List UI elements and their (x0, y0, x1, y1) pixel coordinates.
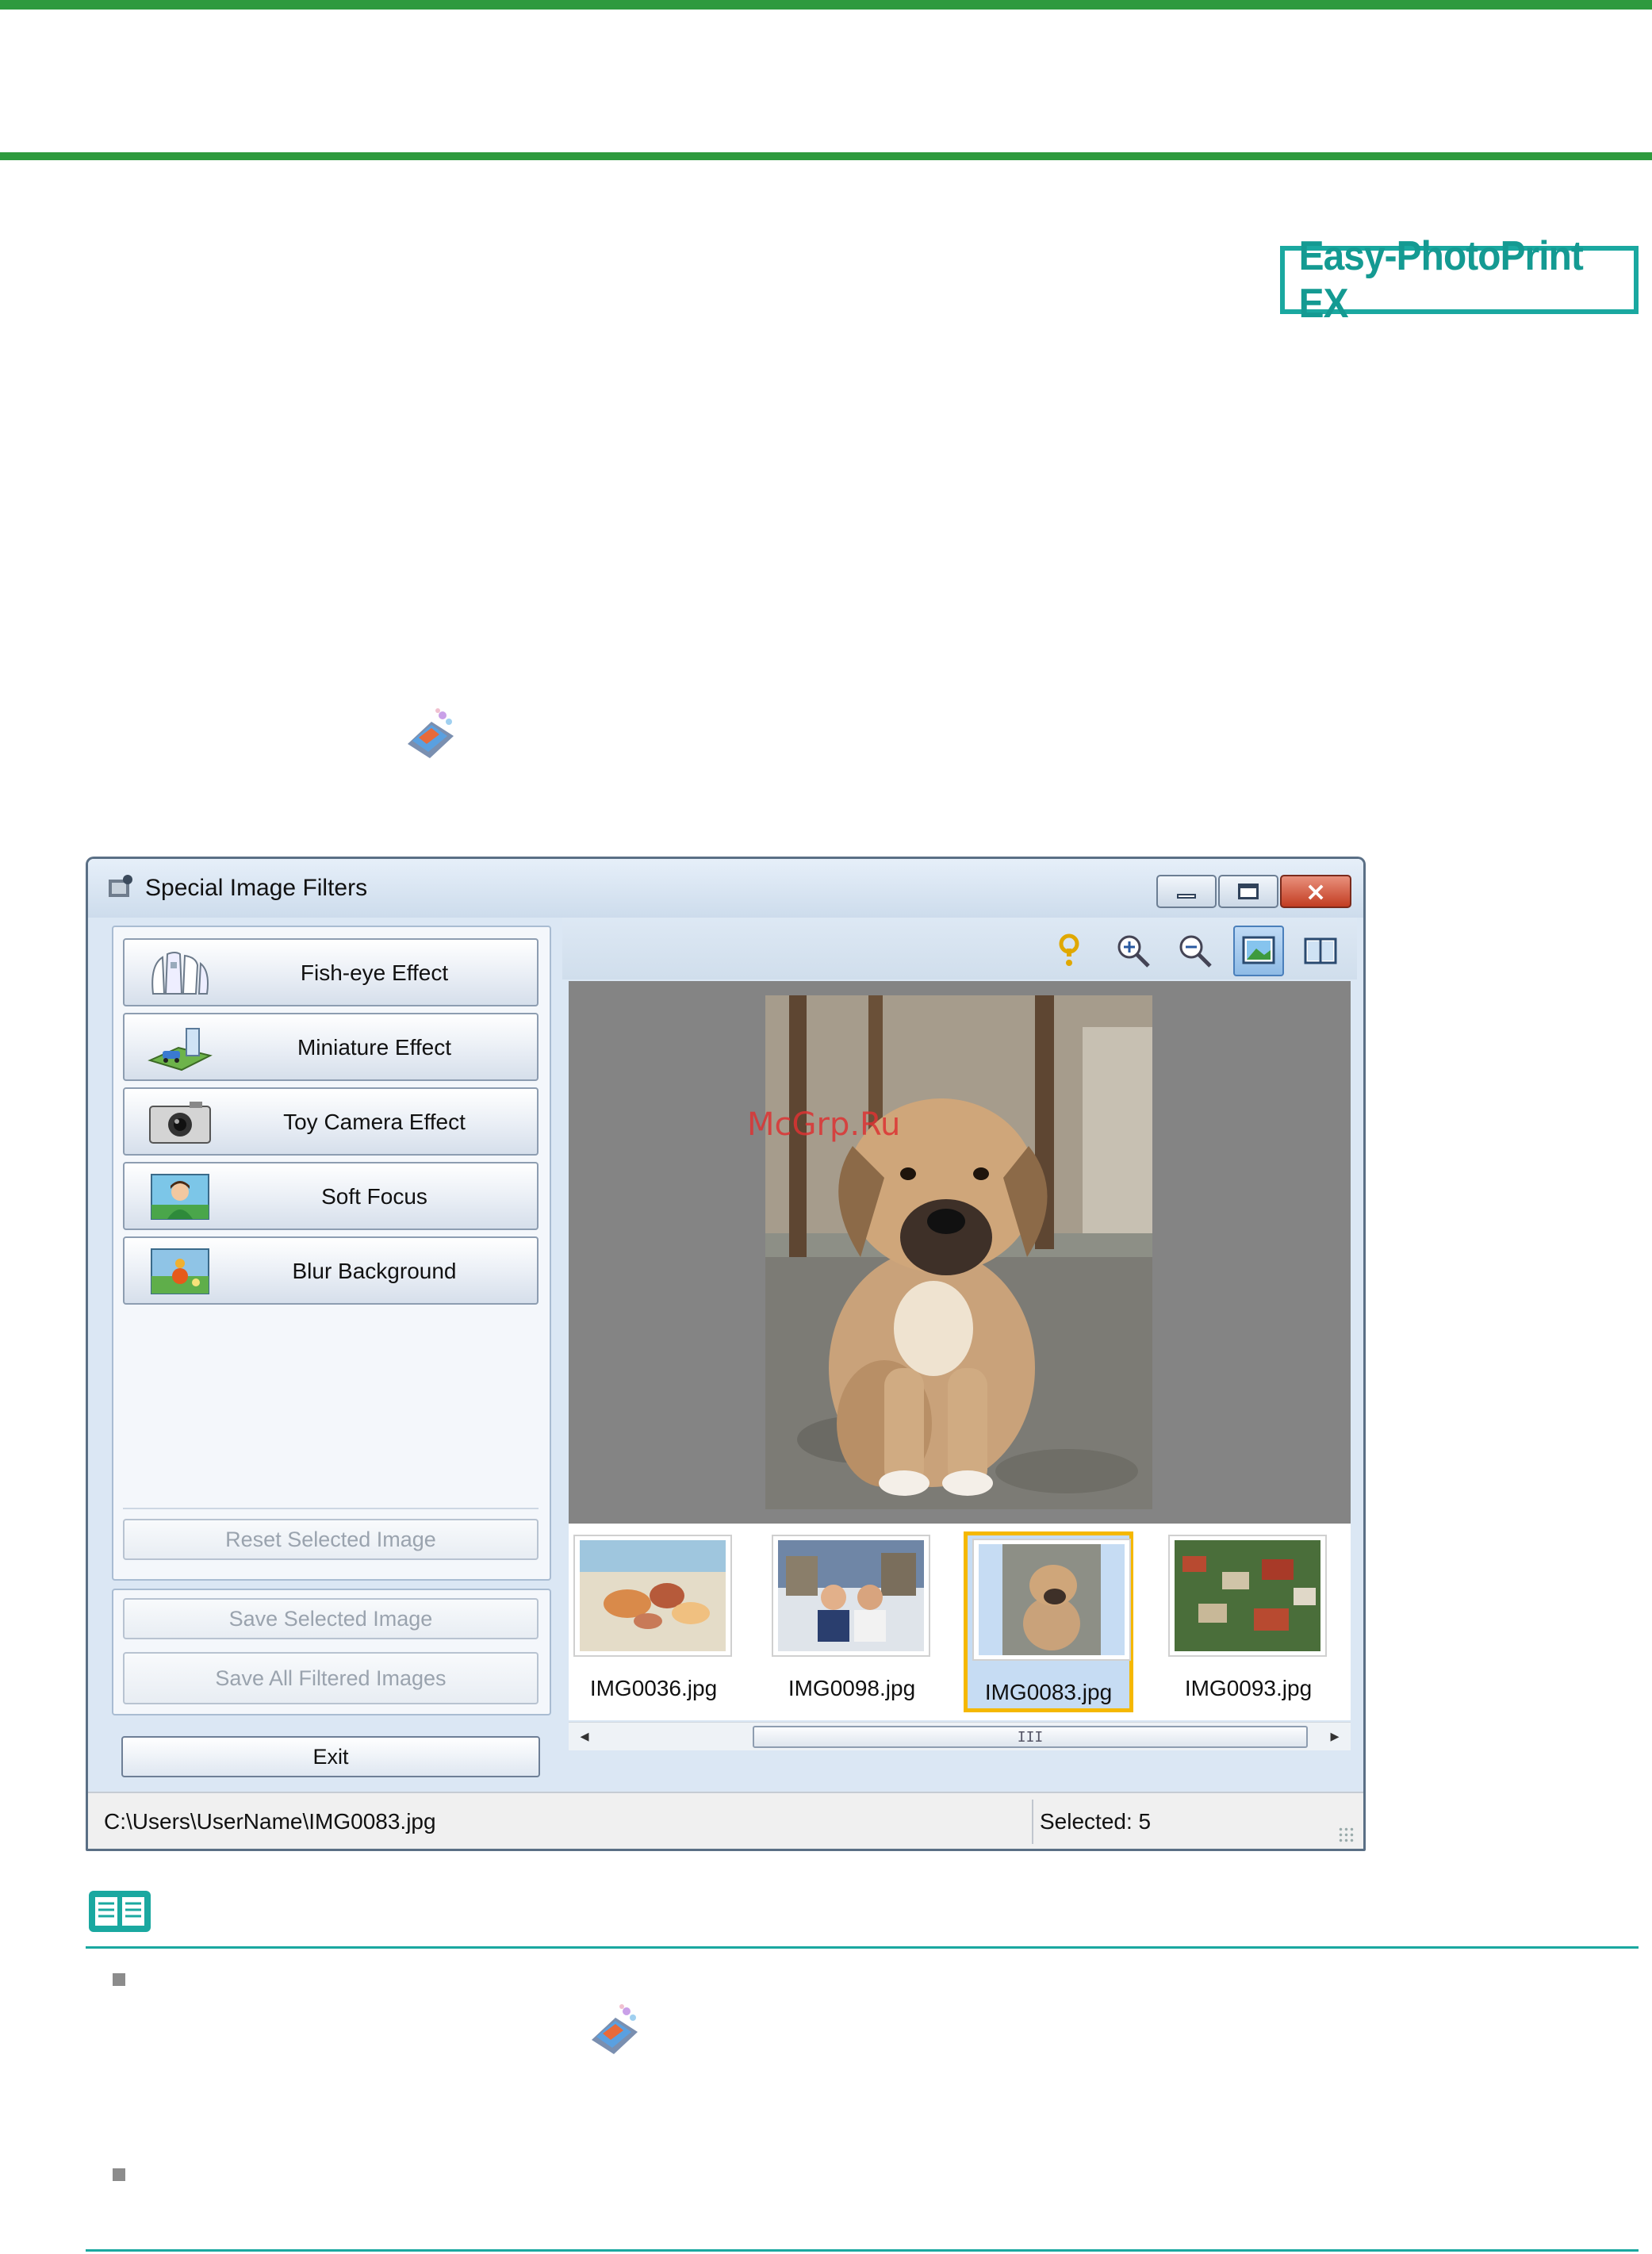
top-rule (0, 0, 1652, 10)
toy-camera-effect-button[interactable]: Toy Camera Effect (123, 1087, 539, 1156)
help-icon (1059, 933, 1079, 966)
effects-panel: Fish-eye Effect Miniature Effect Toy Cam… (112, 926, 551, 1581)
view-toolbar (562, 918, 1357, 979)
status-file-path: C:\Users\UserName\IMG0083.jpg (104, 1809, 436, 1834)
status-bar: C:\Users\UserName\IMG0083.jpg Selected: … (88, 1792, 1363, 1849)
special-image-filters-window: Special Image Filters × Fish-eye Effect (86, 857, 1366, 1851)
minimize-button[interactable] (1156, 875, 1217, 908)
zoom-out-button[interactable] (1170, 926, 1221, 976)
thumbnail-scrollbar[interactable]: ◂ III ▸ (569, 1722, 1351, 1750)
blur-background-label: Blur Background (292, 1259, 457, 1283)
thumbnail-image-shells (573, 1535, 732, 1657)
bullet-marker (113, 2168, 125, 2181)
fisheye-icon (147, 949, 213, 997)
special-image-filters-icon (401, 704, 460, 763)
zoom-out-icon (1179, 935, 1212, 968)
fisheye-effect-button[interactable]: Fish-eye Effect (123, 938, 539, 1006)
soft-focus-button[interactable]: Soft Focus (123, 1162, 539, 1230)
scroll-grip: III (1017, 1728, 1044, 1746)
status-selected-count: Selected: 5 (1040, 1809, 1152, 1834)
resize-grip[interactable] (1338, 1827, 1354, 1842)
save-panel: Save Selected Image Save All Filtered Im… (112, 1589, 551, 1715)
thumbnail-image-town (1168, 1535, 1327, 1657)
miniature-effect-button[interactable]: Miniature Effect (123, 1013, 539, 1081)
blur-background-button[interactable]: Blur Background (123, 1236, 539, 1305)
header-rule (0, 152, 1652, 160)
note-rule (86, 1946, 1639, 1949)
status-separator (1032, 1800, 1033, 1844)
zoom-in-button[interactable] (1108, 926, 1159, 976)
thumbnail-item[interactable]: IMG0098.jpg (767, 1531, 937, 1712)
blur-background-icon (147, 1248, 213, 1295)
close-button[interactable]: × (1280, 875, 1351, 908)
help-button[interactable] (1044, 926, 1095, 976)
whole-image-view-icon (1242, 936, 1275, 964)
scroll-left-arrow[interactable]: ◂ (573, 1726, 596, 1748)
thumbnail-label: IMG0098.jpg (788, 1676, 916, 1700)
product-badge: Easy-PhotoPrint EX (1280, 233, 1639, 327)
soft-focus-icon (147, 1173, 213, 1221)
panel-divider (123, 1508, 539, 1509)
scroll-right-arrow[interactable]: ▸ (1324, 1726, 1346, 1748)
bottom-rule (86, 2249, 1639, 2252)
maximize-icon (1238, 884, 1259, 899)
thumbnail-label: IMG0083.jpg (984, 1680, 1113, 1704)
thumbnail-item-selected[interactable]: IMG0083.jpg (964, 1531, 1133, 1712)
reset-selected-image-button[interactable]: Reset Selected Image (123, 1519, 539, 1560)
title-bar[interactable]: Special Image Filters × (88, 859, 1363, 918)
compare-view-button[interactable] (1295, 926, 1346, 976)
thumbnail-image-puppy (972, 1539, 1131, 1661)
zoom-in-icon (1117, 935, 1150, 968)
toy-camera-icon (147, 1098, 213, 1146)
compare-view-icon (1304, 937, 1337, 964)
note-book-icon (87, 1889, 152, 1934)
image-preview-area[interactable] (569, 981, 1351, 1524)
minimize-icon (1177, 894, 1196, 899)
bullet-marker (113, 1973, 125, 1986)
thumbnail-image-friends (772, 1535, 930, 1657)
thumbnail-item[interactable]: IMG0093.jpg (1163, 1531, 1333, 1712)
save-all-filtered-images-button[interactable]: Save All Filtered Images (123, 1652, 539, 1704)
toy-camera-effect-label: Toy Camera Effect (283, 1110, 466, 1134)
close-icon: × (1305, 876, 1327, 907)
fisheye-effect-label: Fish-eye Effect (300, 960, 449, 985)
thumbnail-label: IMG0093.jpg (1184, 1676, 1313, 1700)
app-icon (105, 872, 136, 902)
maximize-button[interactable] (1218, 875, 1278, 908)
scroll-thumb[interactable]: III (753, 1726, 1308, 1748)
product-badge-text: Easy-PhotoPrint EX (1298, 233, 1584, 327)
special-image-filters-icon (585, 2000, 644, 2059)
whole-image-view-button[interactable] (1233, 926, 1284, 976)
miniature-effect-label: Miniature Effect (297, 1035, 452, 1060)
watermark: McGrp.Ru (747, 1106, 901, 1143)
save-selected-image-button[interactable]: Save Selected Image (123, 1598, 539, 1639)
soft-focus-label: Soft Focus (321, 1184, 427, 1209)
thumbnail-strip: IMG0036.jpg IMG0098.jpg IMG0083.jpg IMG0… (569, 1524, 1351, 1720)
thumbnail-item[interactable]: IMG0036.jpg (569, 1531, 738, 1712)
thumbnail-label: IMG0036.jpg (589, 1676, 718, 1700)
miniature-icon (147, 1024, 213, 1071)
exit-button[interactable]: Exit (121, 1736, 540, 1777)
preview-photo-puppy (765, 995, 1152, 1509)
window-title: Special Image Filters (145, 875, 368, 901)
